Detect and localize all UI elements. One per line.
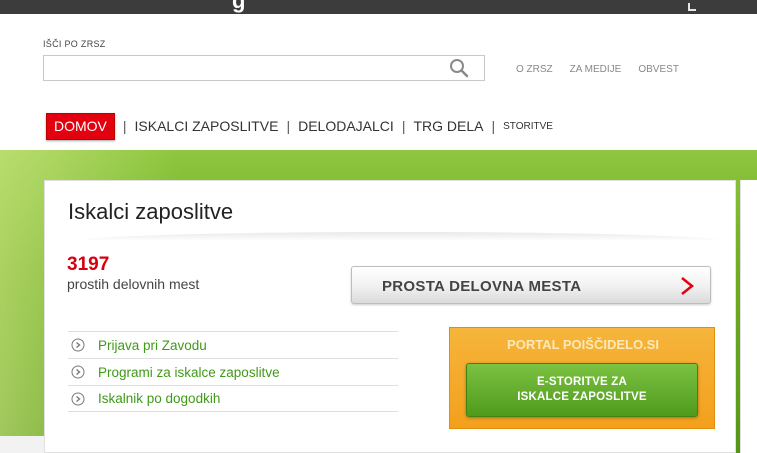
- nav-separator: |: [401, 118, 406, 134]
- circle-arrow-icon: [71, 338, 85, 352]
- vacancies-button[interactable]: PROSTA DELOVNA MESTA: [351, 266, 711, 304]
- list-item[interactable]: Programi za iskalce zaposlitve: [68, 358, 398, 385]
- e-services-button-line2: ISKALCE ZAPOSLITVE: [517, 391, 647, 403]
- job-seekers-card: Iskalci zaposlitve 3197 prostih delovnih…: [44, 180, 736, 453]
- main-nav: DOMOV | ISKALCI ZAPOSLITVE | DELODAJALCI…: [46, 112, 553, 140]
- search-box: [43, 55, 485, 81]
- util-nav-news[interactable]: OBVEST: [638, 64, 679, 75]
- header-mark-icon: [688, 3, 696, 11]
- list-item[interactable]: Iskalnik po dogodkih: [68, 385, 398, 412]
- search-button[interactable]: [442, 56, 476, 80]
- top-bar: g: [0, 0, 757, 14]
- util-nav-about[interactable]: O ZRSZ: [516, 64, 553, 75]
- search-label: IŠČI PO ZRSZ: [43, 39, 106, 49]
- card-title: Iskalci zaposlitve: [68, 199, 234, 224]
- vacancies-button-label: PROSTA DELOVNA MESTA: [382, 278, 582, 295]
- e-services-button[interactable]: E-STORITVE ZA ISKALCE ZAPOSLITVE: [466, 363, 698, 417]
- link-registration[interactable]: Prijava pri Zavodu: [98, 338, 207, 353]
- nav-item-labour-market[interactable]: TRG DELA: [413, 118, 483, 134]
- quick-links: Prijava pri Zavodu Programi za iskalce z…: [68, 331, 398, 412]
- list-item[interactable]: Prijava pri Zavodu: [68, 331, 398, 358]
- adjacent-card-edge: [740, 180, 757, 453]
- portal-promo: PORTAL POIŠČIDELO.SI E-STORITVE ZA ISKAL…: [449, 327, 715, 429]
- vacancy-count-label: prostih delovnih mest: [67, 276, 200, 292]
- link-programs[interactable]: Programi za iskalce zaposlitve: [98, 365, 280, 380]
- nav-separator: |: [122, 118, 127, 134]
- portal-title[interactable]: PORTAL POIŠČIDELO.SI: [450, 337, 716, 352]
- util-nav-media[interactable]: ZA MEDIJE: [570, 64, 622, 75]
- search-input[interactable]: [44, 56, 434, 80]
- circle-arrow-icon: [71, 365, 85, 379]
- chevron-right-icon: [681, 277, 695, 295]
- search-icon: [450, 59, 469, 78]
- title-divider: [81, 232, 721, 241]
- nav-item-employers[interactable]: DELODAJALCI: [298, 118, 394, 134]
- nav-item-services[interactable]: STORITVE: [503, 121, 553, 132]
- utility-nav: O ZRSZ ZA MEDIJE OBVEST: [516, 64, 679, 75]
- nav-separator: |: [491, 118, 496, 134]
- header-logo-fragment: g: [232, 0, 246, 13]
- nav-separator: |: [286, 118, 291, 134]
- page-left-edge: [0, 436, 44, 453]
- link-events-search[interactable]: Iskalnik po dogodkih: [98, 391, 220, 406]
- circle-arrow-icon: [71, 392, 85, 405]
- vacancy-count: 3197: [67, 254, 110, 275]
- nav-item-home[interactable]: DOMOV: [46, 112, 115, 140]
- e-services-button-line1: E-STORITVE ZA: [537, 376, 627, 388]
- nav-item-job-seekers[interactable]: ISKALCI ZAPOSLITVE: [135, 118, 279, 134]
